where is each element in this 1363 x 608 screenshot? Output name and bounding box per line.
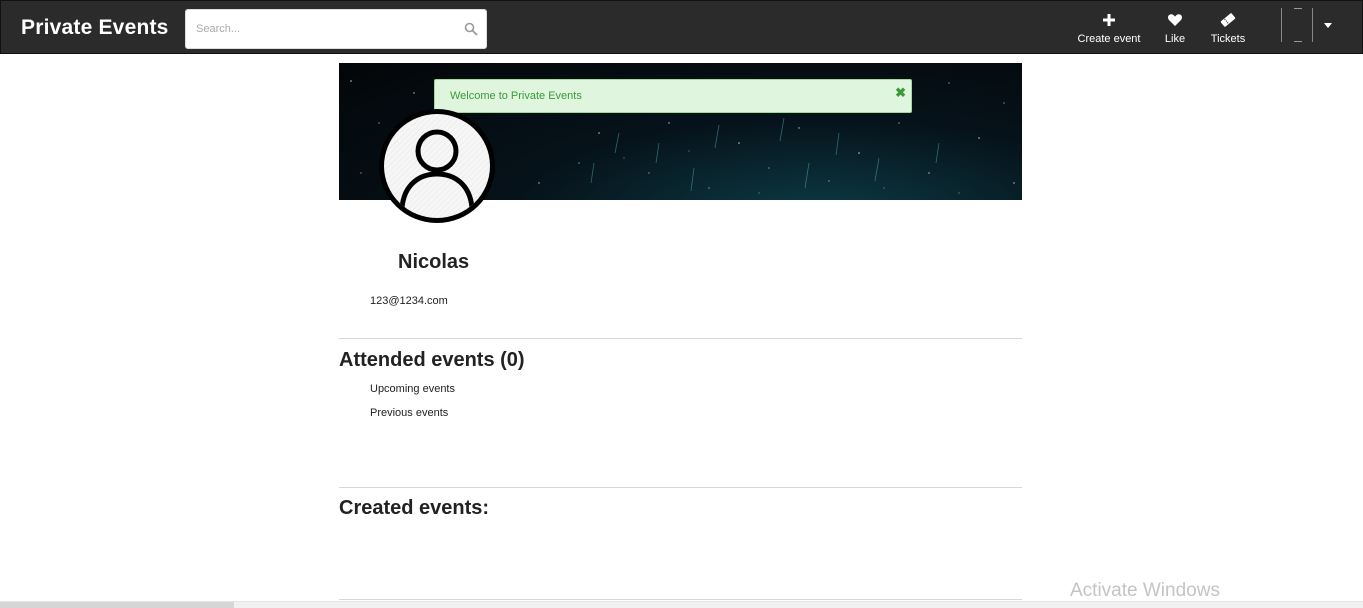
user-avatar-icon (384, 114, 490, 218)
search-box (185, 9, 487, 49)
create-event-button[interactable]: Create event (1077, 11, 1141, 45)
welcome-alert: Welcome to Private Events ✖ (434, 79, 912, 113)
divider (339, 599, 1022, 600)
tickets-button[interactable]: Tickets (1209, 11, 1247, 45)
ticket-icon (1220, 13, 1236, 27)
horizontal-scrollbar[interactable] (0, 601, 1363, 608)
alert-message: Welcome to Private Events (450, 90, 582, 102)
create-event-label: Create event (1077, 33, 1141, 45)
user-avatar-thumbnail[interactable] (1281, 8, 1313, 42)
top-navbar: Private Events Create event Like Tickets (0, 0, 1363, 54)
like-label: Like (1164, 33, 1186, 45)
divider (339, 487, 1022, 488)
brand-logo[interactable]: Private Events (21, 16, 169, 40)
previous-events-link[interactable]: Previous events (370, 407, 448, 419)
upcoming-events-link[interactable]: Upcoming events (370, 383, 455, 395)
tickets-label: Tickets (1210, 33, 1246, 45)
profile-name: Nicolas (398, 251, 470, 273)
profile-email: 123@1234.com (370, 295, 448, 307)
like-button[interactable]: Like (1161, 11, 1189, 45)
plus-icon (1103, 14, 1115, 26)
chevron-down-icon[interactable] (1324, 23, 1332, 28)
divider (339, 338, 1022, 339)
profile-avatar[interactable] (379, 109, 495, 223)
created-events-heading: Created events: (339, 497, 490, 519)
close-icon[interactable]: ✖ (895, 86, 906, 100)
attended-events-heading: Attended events (0) (339, 349, 525, 371)
activate-windows-watermark: Activate Windows (1070, 580, 1220, 601)
search-input[interactable] (186, 10, 456, 48)
search-icon[interactable] (464, 22, 478, 36)
heart-icon (1168, 14, 1182, 26)
scrollbar-thumb[interactable] (0, 602, 234, 608)
